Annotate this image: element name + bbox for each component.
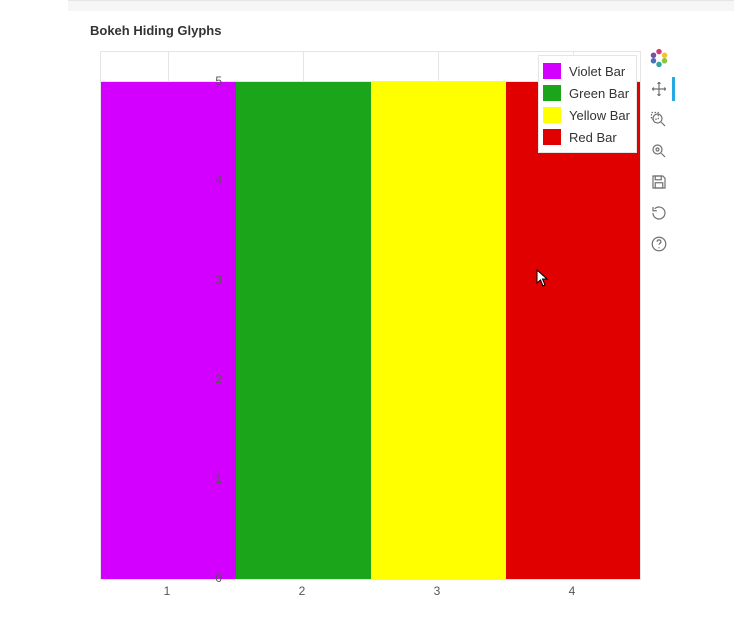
y-tick-label: 0	[194, 571, 222, 585]
x-tick-label: 2	[299, 584, 306, 598]
y-tick-label: 5	[194, 74, 222, 88]
x-tick-label: 4	[569, 584, 576, 598]
bar-green[interactable]	[236, 82, 371, 579]
x-tick-label: 1	[164, 584, 171, 598]
legend: Violet Bar Green Bar Yellow Bar Red Bar	[538, 55, 637, 153]
bar-violet[interactable]	[101, 82, 236, 579]
legend-label: Violet Bar	[569, 64, 625, 79]
legend-swatch-icon	[543, 63, 561, 79]
plot-toolbar	[644, 46, 674, 256]
y-tick-label: 1	[194, 472, 222, 486]
legend-label: Green Bar	[569, 86, 629, 101]
y-tick-label: 3	[194, 273, 222, 287]
legend-item-yellow[interactable]: Yellow Bar	[543, 104, 630, 126]
legend-item-violet[interactable]: Violet Bar	[543, 60, 630, 82]
legend-label: Red Bar	[569, 130, 617, 145]
legend-swatch-icon	[543, 107, 561, 123]
help-tool-icon[interactable]	[646, 232, 672, 256]
save-tool-icon[interactable]	[646, 170, 672, 194]
bokeh-logo-icon[interactable]	[646, 46, 672, 70]
wheel-zoom-tool-icon[interactable]	[646, 139, 672, 163]
pan-tool-icon[interactable]	[646, 77, 672, 101]
reset-tool-icon[interactable]	[646, 201, 672, 225]
bar-red[interactable]	[506, 82, 640, 579]
y-tick-label: 4	[194, 173, 222, 187]
box-zoom-tool-icon[interactable]	[646, 108, 672, 132]
plot-page: Bokeh Hiding Glyphs Violet Bar	[68, 11, 734, 634]
legend-item-red[interactable]: Red Bar	[543, 126, 630, 148]
legend-label: Yellow Bar	[569, 108, 630, 123]
y-tick-label: 2	[194, 372, 222, 386]
legend-swatch-icon	[543, 129, 561, 145]
legend-item-green[interactable]: Green Bar	[543, 82, 630, 104]
chart-title: Bokeh Hiding Glyphs	[90, 23, 221, 38]
x-tick-label: 3	[434, 584, 441, 598]
plot-area[interactable]: Violet Bar Green Bar Yellow Bar Red Bar	[100, 51, 641, 580]
legend-swatch-icon	[543, 85, 561, 101]
bar-yellow[interactable]	[371, 82, 506, 579]
